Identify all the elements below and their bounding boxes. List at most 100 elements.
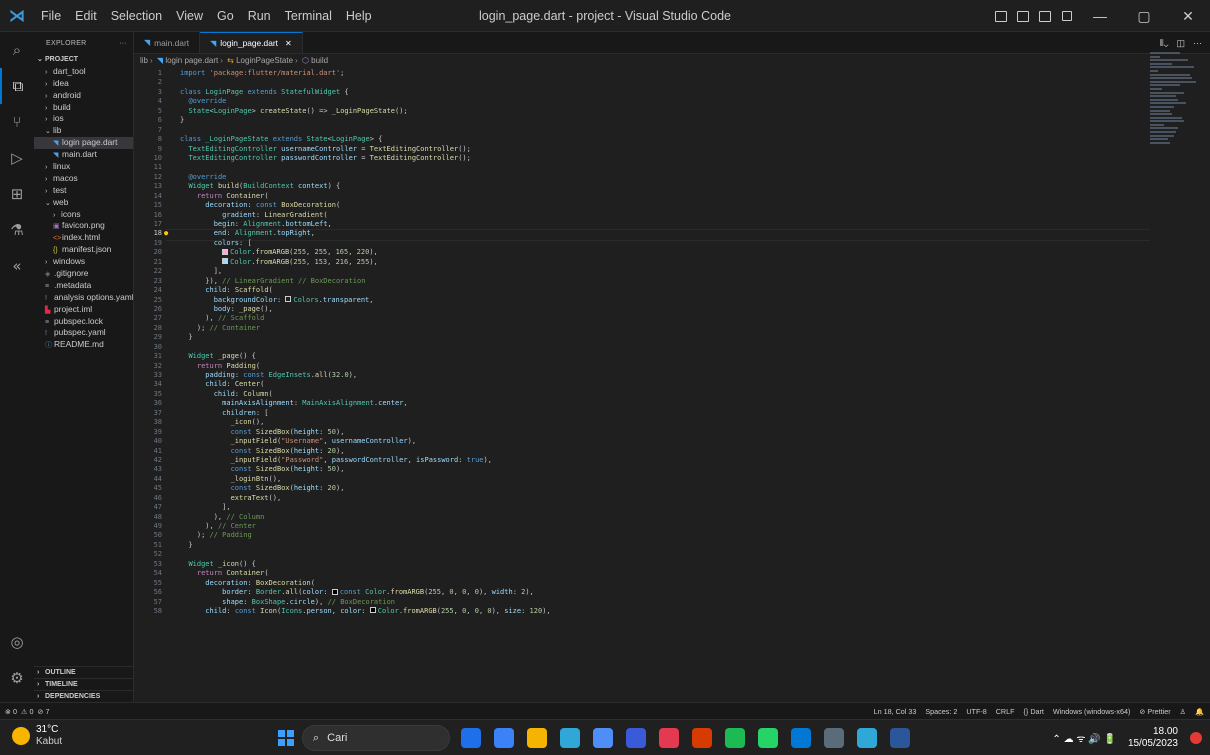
code-line[interactable]: 50 ); // Padding xyxy=(134,531,1210,540)
customize-layout-icon[interactable] xyxy=(1056,0,1078,32)
folder-item[interactable]: ⌄ web xyxy=(34,197,133,209)
toggle-panel-icon[interactable] xyxy=(1012,0,1034,32)
spotify-icon[interactable] xyxy=(725,728,745,748)
chrome-icon[interactable] xyxy=(857,728,877,748)
dev-tools-icon[interactable] xyxy=(461,728,481,748)
minimize-button[interactable]: — xyxy=(1078,0,1122,32)
code-line[interactable]: 32 return Padding( xyxy=(134,362,1210,371)
project-folder[interactable]: ⌄ PROJECT xyxy=(34,54,133,66)
code-line[interactable]: 25 backgroundColor: Colors.transparent, xyxy=(134,296,1210,305)
status-problems-item[interactable]: ⊘ 7 xyxy=(37,707,49,716)
menu-edit[interactable]: Edit xyxy=(68,0,104,32)
code-line[interactable]: 33 padding: const EdgeInsets.all(32.0), xyxy=(134,371,1210,380)
toggle-secondary-sidebar-icon[interactable] xyxy=(1034,0,1056,32)
code-line[interactable]: 55 decoration: BoxDecoration( xyxy=(134,579,1210,588)
code-line[interactable]: 23 }), // LinearGradient // BoxDecoratio… xyxy=(134,277,1210,286)
notification-icon[interactable] xyxy=(1190,732,1202,744)
tab-main-dart[interactable]: ◥ main.dart xyxy=(134,32,201,53)
tab-login-page-dart[interactable]: ◥ login_page.dart ✕ xyxy=(200,32,303,53)
code-line[interactable]: 15 decoration: const BoxDecoration( xyxy=(134,201,1210,210)
code-editor[interactable]: 1 import 'package:flutter/material.dart';… xyxy=(134,69,1210,702)
flutter-icon[interactable]: « xyxy=(0,248,34,284)
extensions-icon[interactable]: ⊞ xyxy=(0,176,34,212)
breadcrumb-item[interactable]: LoginPageState xyxy=(236,56,293,65)
clock[interactable]: 18.00 15/05/2023 xyxy=(1128,726,1178,750)
status-item[interactable]: 🔔 xyxy=(1195,707,1204,716)
status-item[interactable]: Windows (windows-x64) xyxy=(1053,707,1131,716)
code-line[interactable]: 22 ], xyxy=(134,267,1210,276)
pocket-icon[interactable] xyxy=(659,728,679,748)
code-line[interactable]: 56 border: Border.all(color: const Color… xyxy=(134,588,1210,597)
file-item[interactable]: ▙ project.iml xyxy=(34,304,133,316)
code-line[interactable]: 29 } xyxy=(134,333,1210,342)
folder-item[interactable]: ⌄ lib xyxy=(34,125,133,137)
code-line[interactable]: 10 TextEditingController passwordControl… xyxy=(134,154,1210,163)
code-line[interactable]: 20 Color.fromARGB(255, 255, 165, 220), xyxy=(134,248,1210,257)
office-icon[interactable] xyxy=(692,728,712,748)
toggle-sidebar-icon[interactable] xyxy=(990,0,1012,32)
code-line[interactable]: 31 Widget _page() { xyxy=(134,352,1210,361)
code-line[interactable]: 4 @override xyxy=(134,97,1210,106)
file-item[interactable]: ◥ login page.dart xyxy=(34,137,133,150)
code-line[interactable]: 46 extraText(), xyxy=(134,494,1210,503)
file-item[interactable]: ≡ .metadata xyxy=(34,280,133,292)
folder-item[interactable]: › test xyxy=(34,185,133,197)
more-actions-icon[interactable]: ··· xyxy=(1193,38,1202,48)
code-line[interactable]: 14 return Container( xyxy=(134,192,1210,201)
folder-item[interactable]: › macos xyxy=(34,173,133,185)
code-line[interactable]: 13 Widget build(BuildContext context) { xyxy=(134,182,1210,191)
code-line[interactable]: 48 ), // Column xyxy=(134,513,1210,522)
start-button[interactable] xyxy=(278,730,294,746)
code-line[interactable]: 12 @override xyxy=(134,173,1210,182)
lightbulb-icon[interactable]: ● xyxy=(164,229,168,238)
breadcrumb-item[interactable]: lib xyxy=(140,56,148,65)
file-item[interactable]: ! pubspec.yaml xyxy=(34,327,133,339)
code-line[interactable]: 41 const SizedBox(height: 20), xyxy=(134,447,1210,456)
menu-help[interactable]: Help xyxy=(339,0,379,32)
close-button[interactable]: ✕ xyxy=(1166,0,1210,32)
code-line[interactable]: 27 ), // Scaffold xyxy=(134,314,1210,323)
code-line[interactable]: 35 child: Column( xyxy=(134,390,1210,399)
code-line[interactable]: 42 _inputField("Password", passwordContr… xyxy=(134,456,1210,465)
folder-item[interactable]: › windows xyxy=(34,256,133,268)
code-line[interactable]: 54 return Container( xyxy=(134,569,1210,578)
code-line[interactable]: 38 _icon(), xyxy=(134,418,1210,427)
folder-item[interactable]: › idea xyxy=(34,78,133,90)
code-line[interactable]: 57 shape: BoxShape.circle), // BoxDecora… xyxy=(134,598,1210,607)
status-item[interactable]: CRLF xyxy=(996,707,1015,716)
menu-run[interactable]: Run xyxy=(241,0,278,32)
code-line[interactable]: 1 import 'package:flutter/material.dart'; xyxy=(134,69,1210,78)
code-line[interactable]: 9 TextEditingController usernameControll… xyxy=(134,145,1210,154)
dependencies-section[interactable]: › DEPENDENCIES xyxy=(34,690,134,702)
explorer-icon[interactable]: ⧉ xyxy=(0,68,34,104)
menu-file[interactable]: File xyxy=(34,0,68,32)
minimap[interactable] xyxy=(1150,52,1196,172)
settings-icon[interactable]: ⚙ xyxy=(0,660,34,696)
folder-item[interactable]: › icons xyxy=(34,209,133,221)
code-line[interactable]: 45 const SizedBox(height: 20), xyxy=(134,484,1210,493)
code-line[interactable]: 36 mainAxisAlignment: MainAxisAlignment.… xyxy=(134,399,1210,408)
code-line[interactable]: 21 Color.fromARGB(255, 153, 216, 255), xyxy=(134,258,1210,267)
code-line[interactable]: 51 } xyxy=(134,541,1210,550)
code-line[interactable]: 8 class _LoginPageState extends State<Log… xyxy=(134,135,1210,144)
edge-icon[interactable] xyxy=(560,728,580,748)
menu-view[interactable]: View xyxy=(169,0,210,32)
explorer-more-icon[interactable]: ··· xyxy=(119,40,127,47)
code-line[interactable]: 44 _loginBtn(), xyxy=(134,475,1210,484)
word-icon[interactable] xyxy=(890,728,910,748)
file-item[interactable]: ⓘ README.md xyxy=(34,339,133,351)
store-icon[interactable] xyxy=(593,728,613,748)
code-line[interactable]: 28 ); // Container xyxy=(134,324,1210,333)
status-item[interactable]: Ln 18, Col 33 xyxy=(874,707,917,716)
breadcrumb-item[interactable]: build xyxy=(311,56,328,65)
code-line[interactable]: 53 Widget _icon() { xyxy=(134,560,1210,569)
code-line[interactable]: 17 begin: Alignment.bottomLeft, xyxy=(134,220,1210,229)
file-item[interactable]: ! analysis options.yaml xyxy=(34,292,133,304)
code-line[interactable]: 5 State<LoginPage> createState() => _Log… xyxy=(134,107,1210,116)
tab-close-icon[interactable]: ✕ xyxy=(285,39,292,48)
code-line[interactable]: 26 body: _page(), xyxy=(134,305,1210,314)
code-line[interactable]: 30 xyxy=(134,343,1210,352)
code-line[interactable]: 11 xyxy=(134,163,1210,172)
code-line[interactable]: 6} xyxy=(134,116,1210,125)
terminal-icon[interactable] xyxy=(824,728,844,748)
